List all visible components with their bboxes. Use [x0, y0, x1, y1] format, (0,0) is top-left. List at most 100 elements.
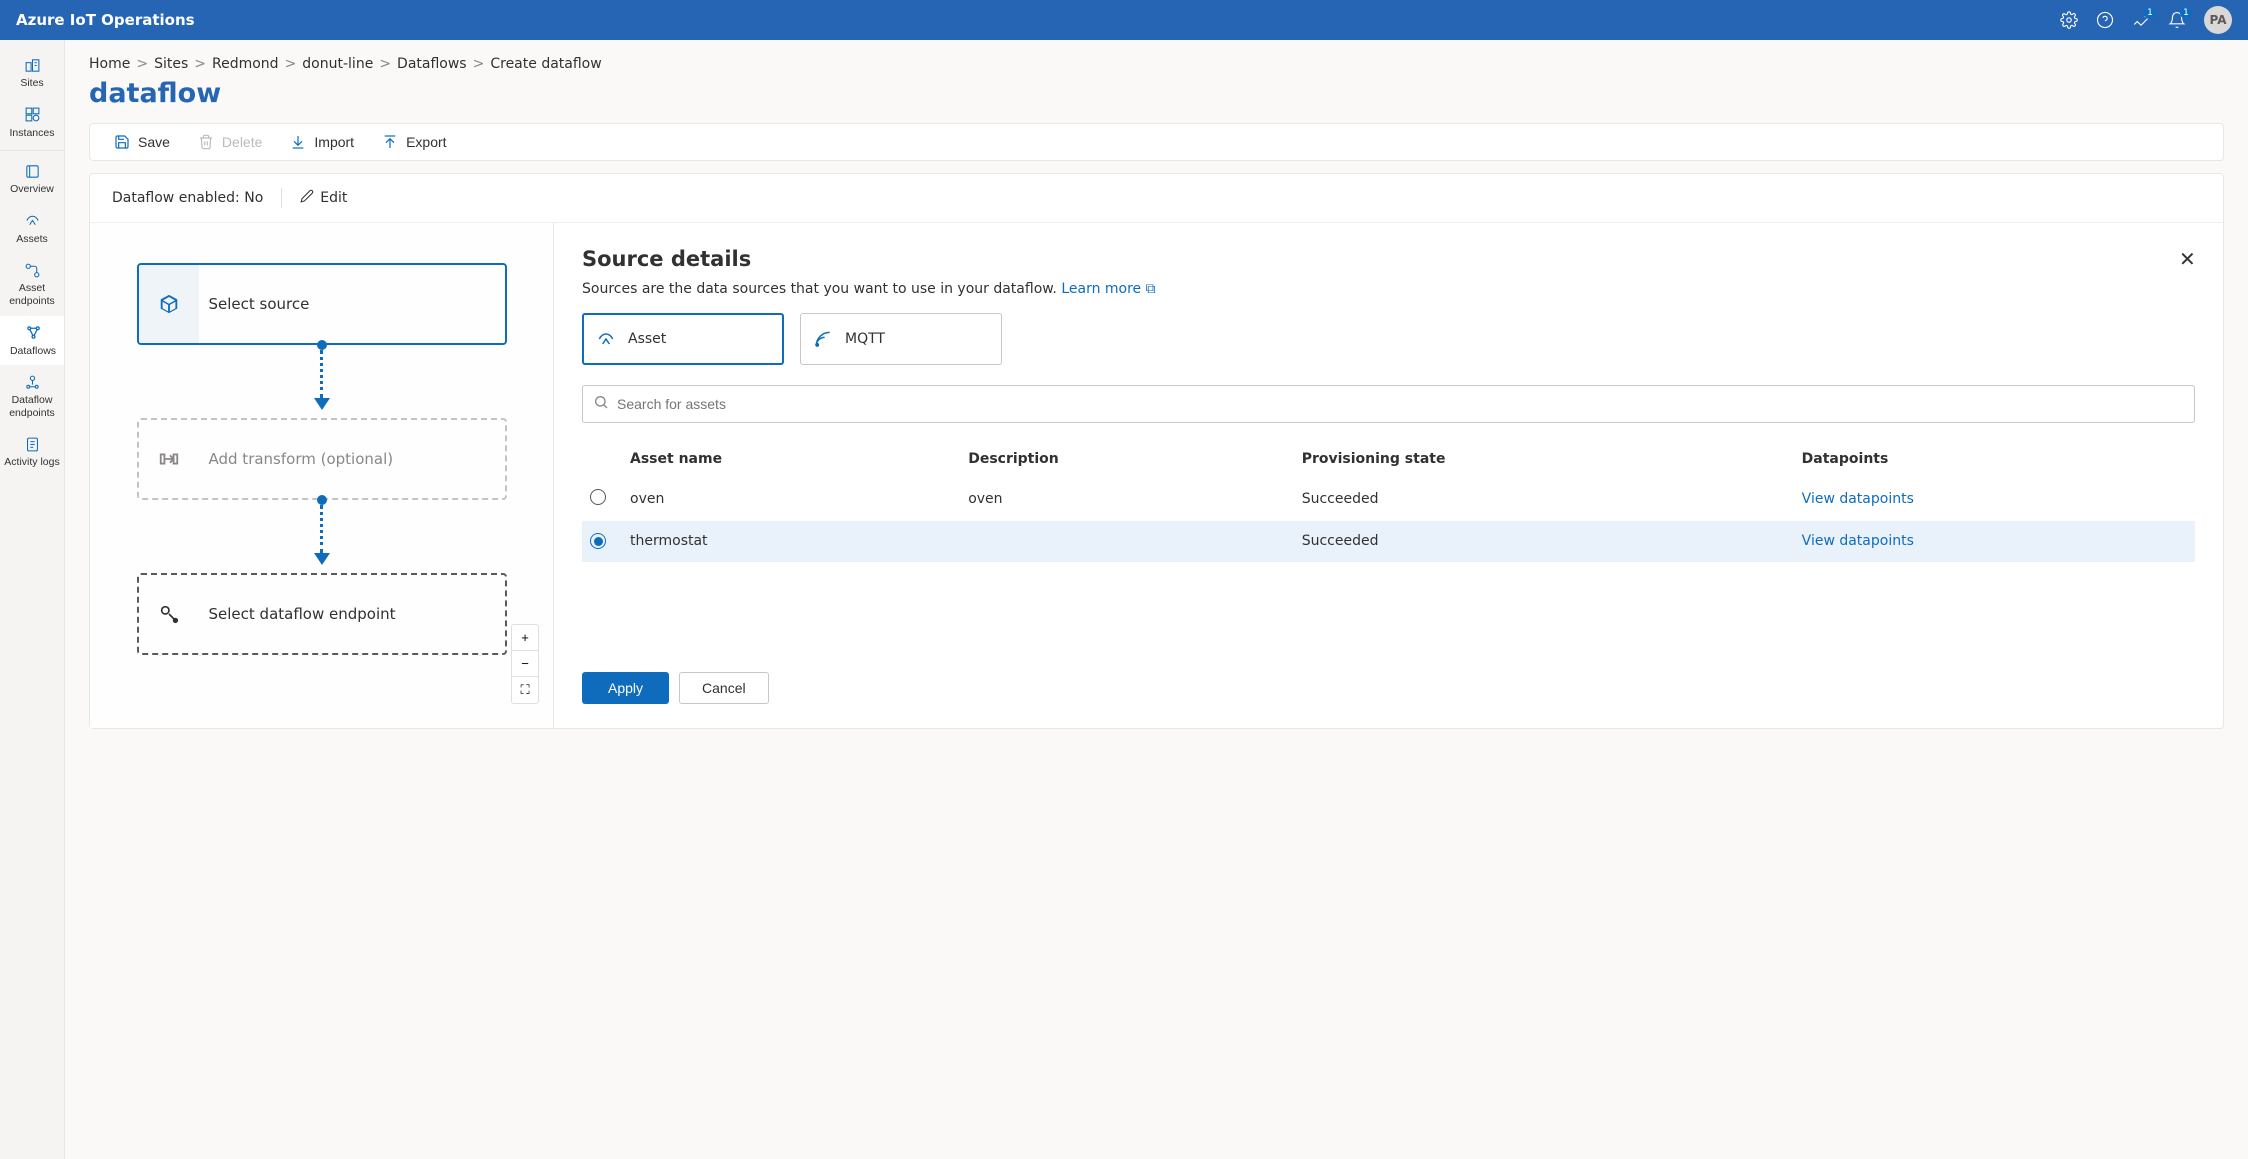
breadcrumb-sep: >	[136, 56, 148, 72]
sidebar-item-assets[interactable]: Assets	[0, 204, 64, 254]
avatar[interactable]: PA	[2204, 6, 2232, 34]
sidebar-item-label: Dataflows	[10, 345, 56, 358]
sidebar-item-overview[interactable]: Overview	[0, 154, 64, 204]
source-details-desc-text: Sources are the data sources that you wa…	[582, 281, 1061, 297]
export-label: Export	[406, 134, 446, 150]
zoom-in-button[interactable]: +	[512, 625, 538, 651]
radio[interactable]	[590, 533, 606, 549]
save-label: Save	[138, 134, 170, 150]
external-link-icon: ⧉	[1141, 281, 1155, 297]
breadcrumb-link[interactable]: Home	[89, 56, 130, 72]
cube-icon	[139, 265, 199, 343]
app-title: Azure IoT Operations	[16, 11, 195, 29]
flow-source-block[interactable]: Select source	[137, 263, 507, 345]
command-bar: Save Delete Import Export	[90, 124, 2223, 160]
flow-destination-block[interactable]: Select dataflow endpoint	[137, 573, 507, 655]
zoom-controls: + − ⛶	[511, 624, 539, 704]
sidebar-item-dataflows[interactable]: Dataflows	[0, 316, 64, 366]
activity-logs-icon	[23, 435, 41, 453]
sidebar-item-activity-logs[interactable]: Activity logs	[0, 427, 64, 477]
import-label: Import	[314, 134, 354, 150]
transform-label: Add transform (optional)	[199, 450, 394, 468]
instances-icon	[23, 106, 41, 124]
flow-transform-block[interactable]: Add transform (optional)	[137, 418, 507, 500]
import-button[interactable]: Import	[290, 134, 354, 150]
transform-icon	[139, 420, 199, 498]
sidebar-separator	[0, 150, 64, 151]
view-datapoints-link[interactable]: View datapoints	[1802, 533, 1914, 549]
top-header: Azure IoT Operations 1 1 PA	[0, 0, 2248, 40]
search-box[interactable]	[582, 385, 2195, 423]
settings-icon[interactable]	[2060, 11, 2078, 29]
sidebar-item-asset-endpoints[interactable]: Asset endpoints	[0, 253, 64, 315]
source-label: Select source	[199, 295, 310, 313]
cell-state: Succeeded	[1294, 521, 1794, 562]
edit-icon	[300, 189, 314, 207]
edit-button[interactable]: Edit	[300, 189, 347, 207]
breadcrumb-link[interactable]: Sites	[154, 56, 188, 72]
cell-name: thermostat	[622, 521, 960, 562]
help-icon[interactable]	[2096, 11, 2114, 29]
apply-button[interactable]: Apply	[582, 672, 669, 704]
save-button[interactable]: Save	[114, 134, 170, 150]
zoom-out-button[interactable]: −	[512, 651, 538, 677]
dataflow-status: Dataflow enabled: No	[112, 190, 263, 206]
breadcrumb-sep: >	[379, 56, 391, 72]
breadcrumb-current: Create dataflow	[490, 56, 601, 72]
tab-asset[interactable]: Asset	[582, 313, 784, 365]
sidebar-item-instances[interactable]: Instances	[0, 98, 64, 148]
breadcrumb-link[interactable]: Dataflows	[397, 56, 467, 72]
import-icon	[290, 134, 306, 150]
cell-state: Succeeded	[1294, 477, 1794, 521]
content-panel: Dataflow enabled: No Edit Select source	[89, 173, 2224, 729]
export-button[interactable]: Export	[382, 134, 446, 150]
search-input[interactable]	[617, 396, 2184, 412]
breadcrumb-link[interactable]: donut-line	[302, 56, 373, 72]
zoom-fit-button[interactable]: ⛶	[512, 677, 538, 703]
cancel-button[interactable]: Cancel	[679, 672, 769, 704]
bell-icon[interactable]: 1	[2168, 11, 2186, 29]
col-datapoints: Datapoints	[1794, 441, 2195, 477]
assets-icon	[23, 212, 41, 230]
page-title: dataflow	[89, 78, 2224, 109]
sidebar-item-label: Assets	[16, 233, 48, 246]
sidebar-item-dataflow-endpoints[interactable]: Dataflow endpoints	[0, 365, 64, 427]
table-row[interactable]: oven oven Succeeded View datapoints	[582, 477, 2195, 521]
dataflows-icon	[24, 324, 42, 342]
status-row: Dataflow enabled: No Edit	[90, 174, 2223, 223]
learn-more-link[interactable]: Learn more ⧉	[1061, 281, 1155, 297]
breadcrumb-sep: >	[194, 56, 206, 72]
delete-icon	[198, 134, 214, 150]
sidebar-item-sites[interactable]: Sites	[0, 48, 64, 98]
breadcrumb: Home > Sites > Redmond > donut-line > Datafl…	[89, 56, 2224, 72]
asset-tab-icon	[584, 329, 628, 349]
export-icon	[382, 134, 398, 150]
dest-label: Select dataflow endpoint	[199, 605, 396, 623]
overview-icon	[23, 162, 41, 180]
tab-mqtt[interactable]: MQTT	[800, 313, 1002, 365]
col-description: Description	[960, 441, 1294, 477]
table-row[interactable]: thermostat Succeeded View datapoints	[582, 521, 2195, 562]
sidebar-item-label: Activity logs	[4, 456, 59, 469]
tab-asset-label: Asset	[628, 331, 666, 347]
panel-actions: Apply Cancel	[582, 672, 2195, 704]
notification-badge: 1	[2144, 7, 2156, 19]
notifications-icon[interactable]: 1	[2132, 11, 2150, 29]
sidebar-item-label: Instances	[10, 127, 55, 140]
col-state: Provisioning state	[1294, 441, 1794, 477]
command-bar-panel: Save Delete Import Export	[89, 123, 2224, 161]
mqtt-tab-icon	[801, 329, 845, 349]
close-icon[interactable]: ✕	[2179, 247, 2195, 263]
breadcrumb-link[interactable]: Redmond	[212, 56, 279, 72]
bell-badge: 1	[2180, 7, 2192, 19]
asset-table: Asset name Description Provisioning stat…	[582, 441, 2195, 562]
flow-connector	[137, 500, 507, 573]
breadcrumb-sep: >	[473, 56, 485, 72]
sidebar-item-label: Overview	[10, 183, 54, 196]
main-content: Home > Sites > Redmond > donut-line > Datafl…	[65, 40, 2248, 1159]
cell-desc: oven	[960, 477, 1294, 521]
radio[interactable]	[590, 489, 606, 505]
split-layout: Select source Add transform (optional)	[90, 223, 2223, 728]
view-datapoints-link[interactable]: View datapoints	[1802, 491, 1914, 507]
source-details-panel: ✕ Source details Sources are the data so…	[554, 223, 2223, 728]
